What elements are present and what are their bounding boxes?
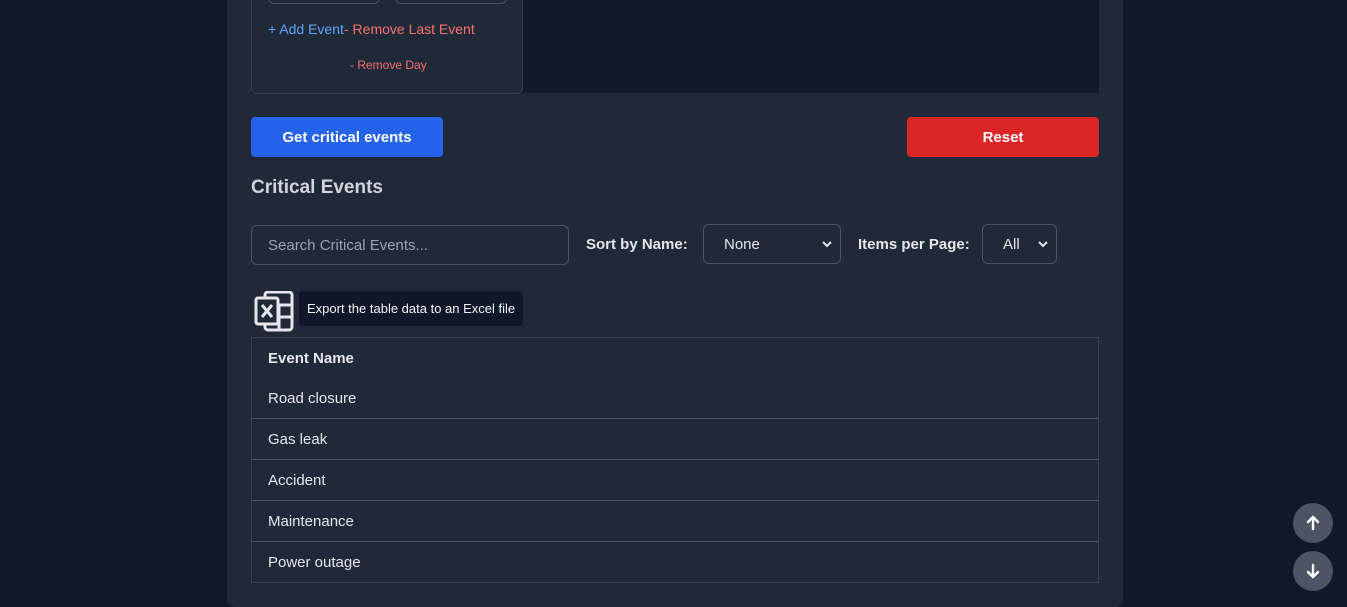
search-placeholder: Search Critical Events... (268, 236, 429, 254)
arrow-up-icon (1306, 515, 1320, 531)
critical-events-table: Event Name Road closure Gas leak Acciden… (251, 337, 1099, 583)
table-header-event-name: Event Name (268, 349, 354, 367)
items-per-page-label: Items per Page: (858, 236, 970, 253)
table-row: Power outage (268, 554, 361, 571)
excel-icon[interactable] (254, 291, 294, 333)
table-row: Road closure (252, 378, 1098, 419)
reset-button[interactable]: Reset (907, 117, 1099, 157)
day-card (251, 0, 523, 94)
sort-label: Sort by Name: (586, 236, 688, 253)
items-per-page-select[interactable]: All (982, 224, 1057, 264)
sort-select-value: None (724, 235, 760, 253)
critical-events-title: Critical Events (251, 177, 383, 198)
sort-select[interactable]: None (703, 224, 841, 264)
remove-last-event-link[interactable]: - Remove Last Event (344, 21, 475, 37)
get-critical-events-button[interactable]: Get critical events (251, 117, 443, 157)
table-row: Maintenance (252, 501, 1098, 542)
table-row: Gas leak (252, 419, 1098, 460)
table-row: Accident (252, 460, 1098, 501)
scroll-up-button[interactable] (1293, 503, 1333, 543)
add-event-link[interactable]: + Add Event (268, 21, 344, 37)
export-tooltip-text: Export the table data to an Excel file (307, 301, 516, 316)
scroll-down-button[interactable] (1293, 551, 1333, 591)
remove-day-link[interactable]: - Remove Day (350, 58, 427, 72)
export-tooltip: Export the table data to an Excel file (299, 291, 524, 326)
items-per-page-value: All (1003, 235, 1020, 253)
event-time-input[interactable] (395, 0, 507, 4)
arrow-down-icon (1306, 563, 1320, 579)
chevron-down-icon (822, 241, 832, 248)
search-input[interactable]: Search Critical Events... (251, 225, 569, 265)
event-input[interactable] (268, 0, 380, 4)
chevron-down-icon (1038, 241, 1048, 248)
